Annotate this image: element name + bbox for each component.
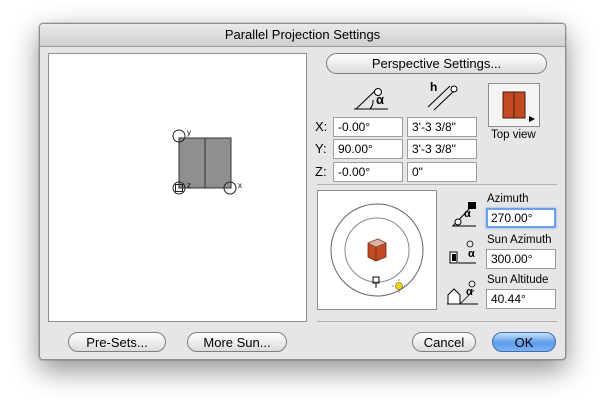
length-header-h: h — [430, 80, 438, 94]
cancel-button[interactable]: Cancel — [412, 332, 476, 352]
azimuth-field[interactable]: 270.00° — [486, 208, 556, 228]
sun-graphic — [330, 203, 424, 297]
top-view-icon — [502, 91, 535, 122]
sun-altitude-alpha: α — [466, 286, 473, 298]
sun-preview[interactable] — [317, 190, 437, 310]
sun-azimuth-alpha: α — [468, 248, 475, 260]
y-angle-field[interactable]: 90.00° — [333, 139, 403, 159]
bottom-separator — [317, 321, 557, 322]
sun-altitude-label: Sun Altitude — [487, 274, 549, 286]
projection-preview[interactable]: y z x — [48, 53, 307, 322]
azimuth-label: Azimuth — [487, 193, 529, 205]
x-angle-field[interactable]: -0.00° — [333, 117, 403, 137]
dialog-window: Parallel Projection Settings y z x Persp… — [39, 23, 566, 360]
ok-button[interactable]: OK — [492, 332, 556, 352]
separator — [317, 184, 557, 185]
angle-header-icon — [354, 87, 388, 110]
sun-azimuth-label: Sun Azimuth — [487, 234, 552, 246]
window-title: Parallel Projection Settings — [40, 24, 565, 47]
sun-altitude-icon — [447, 280, 478, 305]
angle-header-alpha: α — [376, 92, 384, 107]
sun-azimuth-field[interactable]: 300.00° — [486, 249, 556, 269]
preview-graphic — [172, 129, 237, 195]
more-sun-button[interactable]: More Sun... — [187, 332, 287, 352]
z-length-field[interactable]: 0" — [407, 162, 477, 182]
axis-z-label: z — [187, 181, 191, 190]
sun-altitude-field[interactable]: 40.44° — [486, 289, 556, 309]
x-length-field[interactable]: 3'-3 3/8" — [407, 117, 477, 137]
row-y-label: Y: — [315, 141, 327, 156]
top-view-button[interactable] — [488, 83, 540, 127]
axis-y-label: y — [187, 128, 191, 137]
row-z-label: Z: — [315, 164, 327, 179]
row-x-label: X: — [315, 119, 328, 134]
azimuth-alpha: α — [464, 208, 471, 220]
z-angle-field[interactable]: -0.00° — [333, 162, 403, 182]
perspective-settings-button[interactable]: Perspective Settings... — [326, 53, 547, 74]
top-view-label: Top view — [491, 129, 536, 141]
length-header-icon — [427, 85, 458, 111]
axis-x-label: x — [238, 181, 242, 190]
presets-button[interactable]: Pre-Sets... — [68, 332, 166, 352]
y-length-field[interactable]: 3'-3 3/8" — [407, 139, 477, 159]
